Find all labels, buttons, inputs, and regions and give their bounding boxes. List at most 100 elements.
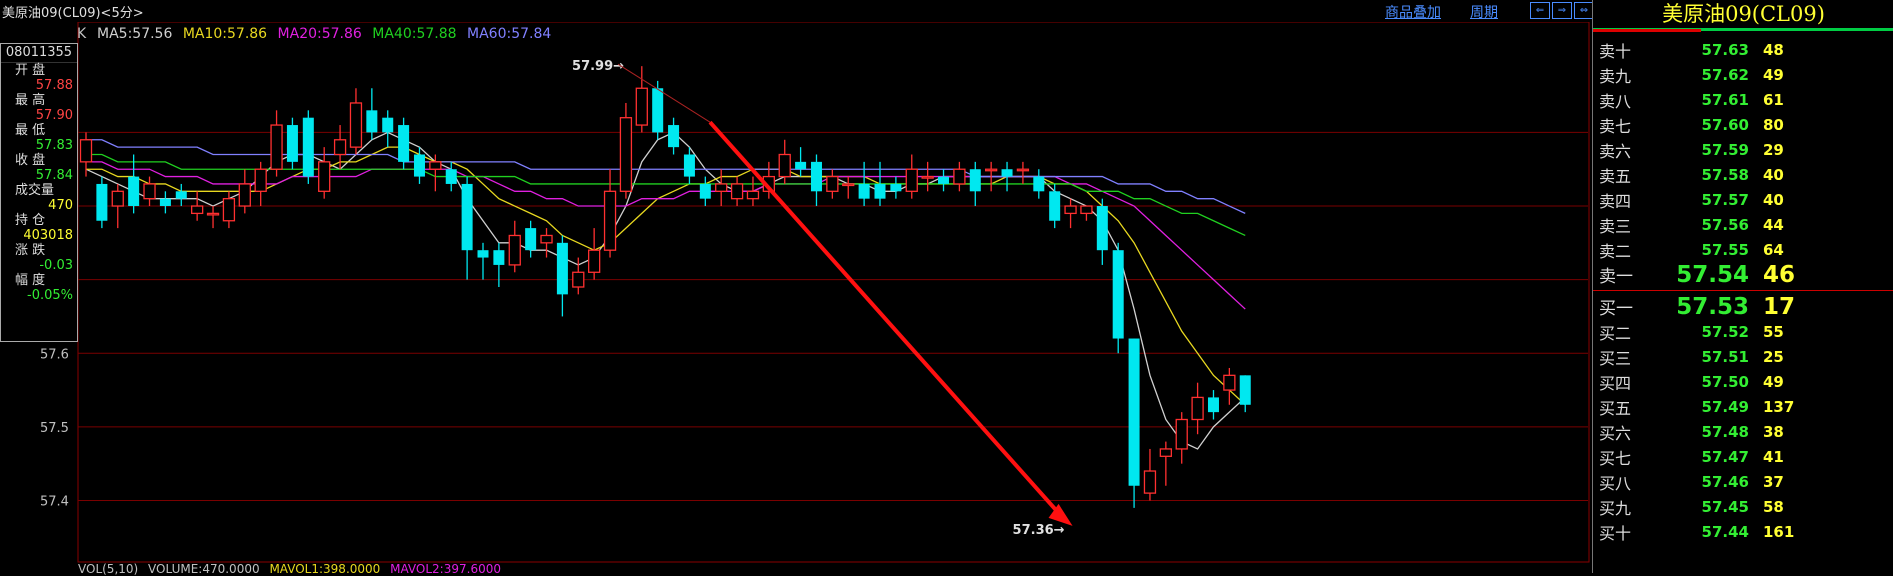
ask-label: 卖四 xyxy=(1599,191,1632,211)
candle-body xyxy=(1049,191,1061,221)
bid-label: 买十 xyxy=(1599,523,1632,543)
ask-qty: 46 xyxy=(1763,261,1796,288)
ask-row[interactable]: 卖三 57.56 44 xyxy=(1593,212,1893,237)
period-link[interactable]: 周期 xyxy=(1470,2,1498,22)
candle-body xyxy=(921,175,934,179)
candle-body xyxy=(79,139,93,163)
candle-body xyxy=(175,191,187,199)
candle-body xyxy=(333,139,347,156)
trend-line-thin xyxy=(617,63,711,123)
candle-body xyxy=(143,183,156,200)
info-value: 470 xyxy=(48,198,73,213)
expand-icon[interactable]: ⇔ xyxy=(1574,2,1594,19)
bid-price: 57.50 xyxy=(1701,372,1749,391)
candle-body xyxy=(1191,396,1204,421)
bid-label: 买五 xyxy=(1599,398,1632,418)
candle-body xyxy=(683,154,695,177)
bid-row[interactable]: 买二 57.52 55 xyxy=(1593,319,1893,344)
candle-body xyxy=(858,183,870,199)
ask-row[interactable]: 卖二 57.55 64 xyxy=(1593,237,1893,262)
info-label: 涨 跌 xyxy=(15,243,46,258)
ask-price: 57.55 xyxy=(1701,240,1749,259)
bid-label: 买八 xyxy=(1599,473,1632,493)
volume-legend: VOL(5,10) VOLUME:470.0000 MAVOL1:398.000… xyxy=(78,562,507,576)
bid-qty: 38 xyxy=(1763,422,1784,441)
candle-body xyxy=(668,125,680,148)
candle-body xyxy=(191,205,204,215)
bid-row[interactable]: 买八 57.46 37 xyxy=(1593,469,1893,494)
y-tick-label: 57.5 xyxy=(40,421,69,436)
candle-body xyxy=(1033,176,1045,192)
ask-row[interactable]: 卖四 57.57 40 xyxy=(1593,187,1893,212)
info-label: 收 盘 xyxy=(15,153,46,168)
bid-qty: 55 xyxy=(1763,322,1784,341)
ask-price: 57.58 xyxy=(1701,165,1749,184)
ask-label: 卖一 xyxy=(1599,267,1633,287)
ask-label: 卖七 xyxy=(1599,116,1632,136)
ma-legend: MA5:57.56 MA10:57.86 MA20:57.86 MA40:57.… xyxy=(97,26,557,42)
ma5-legend: MA5:57.56 xyxy=(97,26,173,42)
bid-qty: 25 xyxy=(1763,347,1784,366)
ask-row[interactable]: 卖八 57.61 61 xyxy=(1593,87,1893,112)
ask-qty: 80 xyxy=(1763,115,1784,134)
ask-qty: 29 xyxy=(1763,140,1784,159)
candle-body xyxy=(746,190,760,200)
bid-row[interactable]: 买五 57.49 137 xyxy=(1593,394,1893,419)
ask-row[interactable]: 卖七 57.60 80 xyxy=(1593,112,1893,137)
candle-body xyxy=(699,183,711,199)
bid-label: 买一 xyxy=(1599,299,1633,319)
candle-body xyxy=(525,228,537,251)
candle-body xyxy=(1112,250,1124,339)
candle-body xyxy=(1239,375,1251,405)
bid-row[interactable]: 买三 57.51 25 xyxy=(1593,344,1893,369)
bid-row-1[interactable]: 买一 57.53 17 xyxy=(1593,294,1893,320)
ask-price: 57.56 xyxy=(1701,215,1749,234)
candle-body xyxy=(810,161,822,192)
bid-label: 买七 xyxy=(1599,448,1632,468)
candle-body xyxy=(159,198,171,207)
candle-body xyxy=(508,234,521,266)
bid-label: 买九 xyxy=(1599,498,1632,518)
mavol2-value: MAVOL2:397.6000 xyxy=(390,562,501,576)
candle-body xyxy=(302,117,314,177)
candle-body xyxy=(969,169,981,192)
candle-body xyxy=(730,183,744,200)
ask-row-1[interactable]: 卖一 57.54 46 xyxy=(1593,261,1893,288)
bid-price: 57.51 xyxy=(1701,347,1749,366)
candle-body xyxy=(715,183,728,192)
candlestick-chart[interactable]: 57.4 57.5 57.6 57.99→ 57.36→ xyxy=(0,22,1590,573)
bid-label: 买六 xyxy=(1599,423,1632,443)
candle-body xyxy=(429,161,442,170)
bid-row[interactable]: 买四 57.50 49 xyxy=(1593,369,1893,394)
ask-label: 卖三 xyxy=(1599,216,1632,236)
ask-row[interactable]: 卖九 57.62 49 xyxy=(1593,62,1893,87)
y-tick-label: 57.4 xyxy=(40,494,69,509)
add-product-link[interactable]: 商品叠加 xyxy=(1385,2,1441,22)
prev-icon[interactable]: ⇐ xyxy=(1530,2,1550,19)
ask-qty: 49 xyxy=(1763,65,1784,84)
bid-row[interactable]: 买十 57.44 161 xyxy=(1593,519,1893,544)
bid-row[interactable]: 买九 57.45 58 xyxy=(1593,494,1893,519)
bid-price: 57.52 xyxy=(1701,322,1749,341)
candle-body xyxy=(111,190,124,207)
candle-body xyxy=(128,176,140,207)
candle-body xyxy=(652,88,664,133)
ask-row[interactable]: 卖六 57.59 29 xyxy=(1593,137,1893,162)
candle-body xyxy=(461,183,473,251)
order-book-title: 美原油09(CL09) xyxy=(1593,0,1893,32)
ask-row[interactable]: 卖五 57.58 40 xyxy=(1593,162,1893,187)
bid-row[interactable]: 买六 57.48 38 xyxy=(1593,419,1893,444)
bid-label: 买三 xyxy=(1599,348,1632,368)
book-divider xyxy=(1593,290,1893,291)
vol-label: VOL(5,10) xyxy=(78,562,139,576)
info-datetime: 08011355 xyxy=(1,44,77,63)
bid-row[interactable]: 买七 57.47 41 xyxy=(1593,444,1893,469)
candle-body xyxy=(540,234,553,244)
low-annotation: 57.36→ xyxy=(1013,523,1065,538)
info-value: -0.03 xyxy=(39,258,73,273)
candle-body xyxy=(238,183,251,207)
vol-value: VOLUME:470.0000 xyxy=(148,562,260,576)
next-icon[interactable]: ⇒ xyxy=(1552,2,1572,19)
ask-row[interactable]: 卖十 57.63 48 xyxy=(1593,37,1893,62)
candle-body xyxy=(493,250,505,265)
